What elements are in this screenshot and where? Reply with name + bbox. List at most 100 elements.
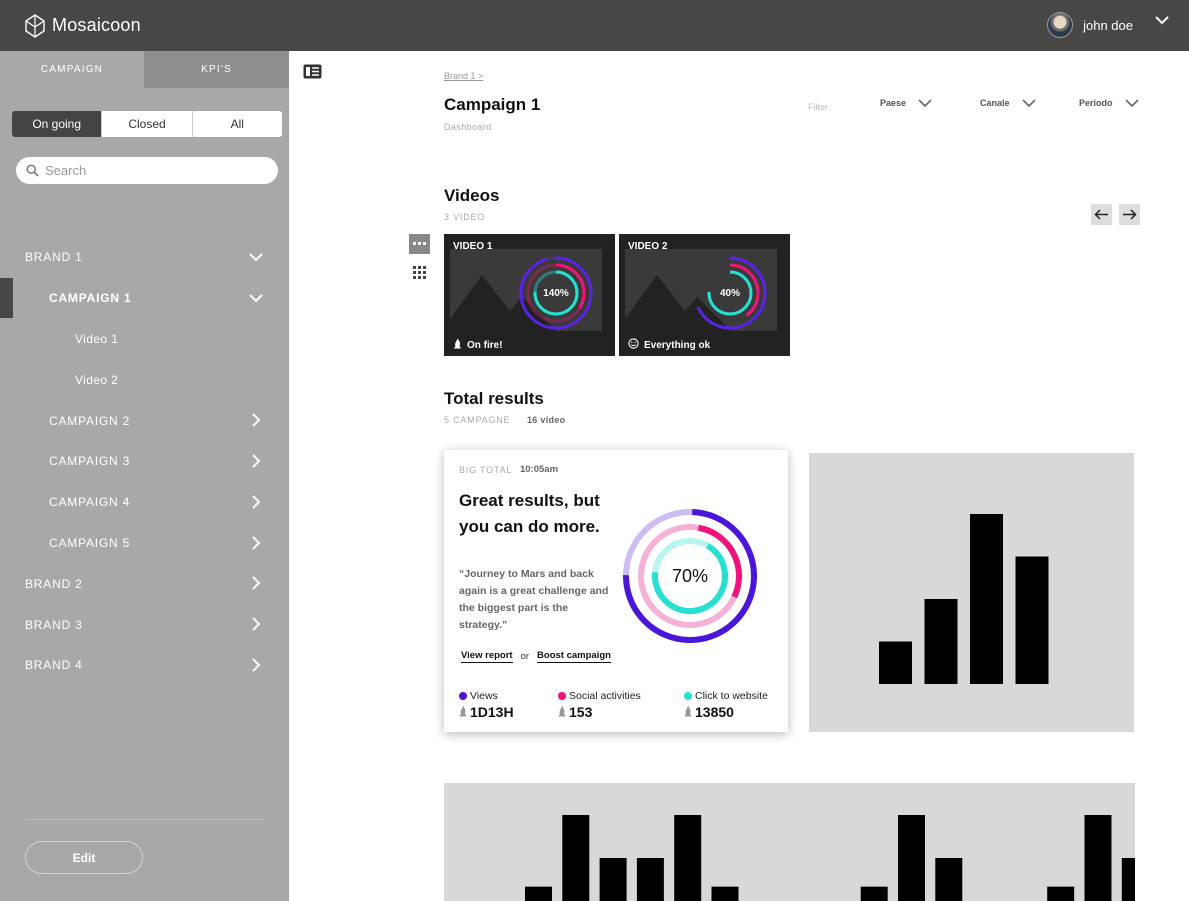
- filter-closed[interactable]: Closed: [102, 111, 193, 137]
- chart-bar: [879, 641, 912, 684]
- chart-bar: [599, 858, 627, 901]
- chevron-down-icon: [1124, 98, 1139, 107]
- metric-views: Views 1D13H: [459, 690, 514, 720]
- sidebar-toggle-icon[interactable]: [303, 64, 322, 79]
- chevron-right-icon: [252, 454, 261, 468]
- dropdown-label: Canale: [980, 98, 1010, 108]
- chart-bar: [924, 599, 958, 684]
- avatar: [1047, 12, 1074, 38]
- sidebar-item-campaign-2[interactable]: CAMPAIGN 2: [0, 400, 289, 441]
- legend-dot: [558, 692, 566, 700]
- sidebar-item-video-1[interactable]: Video 1: [0, 319, 289, 360]
- page-title: Campaign 1: [444, 95, 541, 114]
- dots-icon: [413, 242, 426, 245]
- card-time: 10:05am: [520, 464, 559, 475]
- metric-value: 13850: [695, 704, 734, 720]
- filter-label: Filter: [808, 102, 828, 112]
- sidebar-item-label: BRAND 3: [25, 617, 83, 632]
- legend-dot: [684, 692, 692, 700]
- card-headline: Great results, but you can do more.: [459, 491, 600, 536]
- grid-icon: [413, 265, 426, 279]
- metric-value: 1D13H: [470, 704, 514, 720]
- fire-icon: [558, 704, 566, 720]
- card-links: View report or Boost campaign: [461, 650, 611, 663]
- videos-count: 3 VIDEO: [444, 212, 486, 222]
- chart-bar: [674, 815, 702, 901]
- chart-bar: [1015, 556, 1049, 684]
- bar-chart-1: [809, 453, 1134, 732]
- tab-kpis[interactable]: KPI'S: [144, 51, 289, 88]
- user-name: john doe: [1083, 17, 1133, 33]
- sidebar-item-campaign-1[interactable]: CAMPAIGN 1: [0, 277, 289, 319]
- edit-button[interactable]: Edit: [25, 841, 143, 874]
- view-report-link[interactable]: View report: [461, 650, 513, 663]
- video-card-2[interactable]: 40% VIDEO 2 Everything ok: [619, 234, 790, 356]
- sidebar-nav: BRAND 1 CAMPAIGN 1 Video 1 Video 2 CAMPA…: [0, 237, 289, 686]
- chart-bar: [1047, 886, 1075, 901]
- sidebar-item-label: CAMPAIGN 5: [49, 535, 131, 550]
- fire-icon: [459, 704, 467, 720]
- filter-all[interactable]: All: [193, 111, 282, 137]
- grid-view-toggle[interactable]: [409, 262, 430, 282]
- tab-campaign[interactable]: CAMPAIGN: [0, 51, 144, 88]
- metric-label: Social activities: [569, 690, 641, 702]
- metric-value: 153: [569, 704, 593, 720]
- dropdown-periodo[interactable]: Periodo: [1079, 98, 1139, 108]
- video-title: VIDEO 2: [628, 241, 668, 252]
- chart-bar: [562, 815, 590, 901]
- breadcrumb[interactable]: Brand 1 >: [444, 71, 483, 81]
- fire-icon: [684, 704, 692, 720]
- metric-clicks: Click to website 13850: [684, 690, 768, 720]
- card-label: BIG TOTAL: [459, 465, 513, 475]
- chart-bar: [1121, 858, 1135, 901]
- dropdown-paese[interactable]: Paese: [880, 98, 932, 108]
- fire-icon: [453, 338, 462, 352]
- dropdown-label: Paese: [880, 98, 907, 108]
- video-status-label: Everything ok: [644, 339, 711, 351]
- smiley-icon: [628, 338, 639, 352]
- search-icon: [26, 164, 39, 177]
- sidebar-item-label: CAMPAIGN 3: [49, 454, 131, 469]
- next-button[interactable]: [1119, 204, 1140, 225]
- chevron-down-icon: [249, 253, 263, 262]
- or-label: or: [520, 651, 530, 662]
- chart-bar: [636, 858, 664, 901]
- chart-bar: [898, 815, 925, 901]
- dropdown-label: Periodo: [1079, 98, 1113, 108]
- chevron-down-icon[interactable]: [1155, 16, 1169, 25]
- filter-on-going[interactable]: On going: [12, 111, 103, 137]
- sidebar-divider: [25, 819, 264, 820]
- search-input[interactable]: [45, 163, 255, 178]
- list-view-toggle[interactable]: [409, 234, 430, 254]
- prev-button[interactable]: [1091, 204, 1112, 225]
- boost-campaign-link[interactable]: Boost campaign: [537, 650, 611, 663]
- sidebar-item-video-2[interactable]: Video 2: [0, 359, 289, 400]
- sidebar-item-campaign-4[interactable]: CAMPAIGN 4: [0, 482, 289, 523]
- video-status: On fire!: [453, 338, 503, 352]
- dropdown-canale[interactable]: Canale: [980, 98, 1036, 108]
- chart-bar: [711, 886, 739, 901]
- legend-dot: [459, 692, 467, 700]
- sidebar-item-label: Video 1: [75, 331, 119, 346]
- user-menu[interactable]: john doe: [1047, 12, 1133, 38]
- chart-bar: [1084, 815, 1112, 901]
- sidebar-item-campaign-5[interactable]: CAMPAIGN 5: [0, 523, 289, 564]
- bar-chart-2: [444, 783, 1135, 901]
- mosaicoon-logo-icon: [25, 13, 45, 38]
- sidebar-item-brand-2[interactable]: BRAND 2: [0, 563, 289, 604]
- chevron-right-icon: [252, 413, 261, 427]
- sidebar-tabs: CAMPAIGN KPI'S: [0, 51, 289, 88]
- total-percent: 70%: [671, 565, 709, 586]
- sidebar-item-label: CAMPAIGN 1: [49, 291, 132, 306]
- app-logo[interactable]: Mosaicoon: [24, 13, 141, 38]
- sidebar-item-brand-4[interactable]: BRAND 4: [0, 645, 289, 686]
- chevron-right-icon: [252, 495, 261, 509]
- sidebar-item-brand-1[interactable]: BRAND 1: [0, 237, 289, 278]
- metric-social: Social activities 153: [558, 690, 641, 720]
- sidebar-item-brand-3[interactable]: BRAND 3: [0, 604, 289, 645]
- sidebar-item-label: BRAND 4: [25, 658, 83, 673]
- chevron-right-icon: [252, 658, 261, 672]
- chevron-down-icon: [1021, 98, 1036, 107]
- sidebar-item-campaign-3[interactable]: CAMPAIGN 3: [0, 441, 289, 482]
- video-card-1[interactable]: 140% VIDEO 1 On fire!: [444, 234, 615, 356]
